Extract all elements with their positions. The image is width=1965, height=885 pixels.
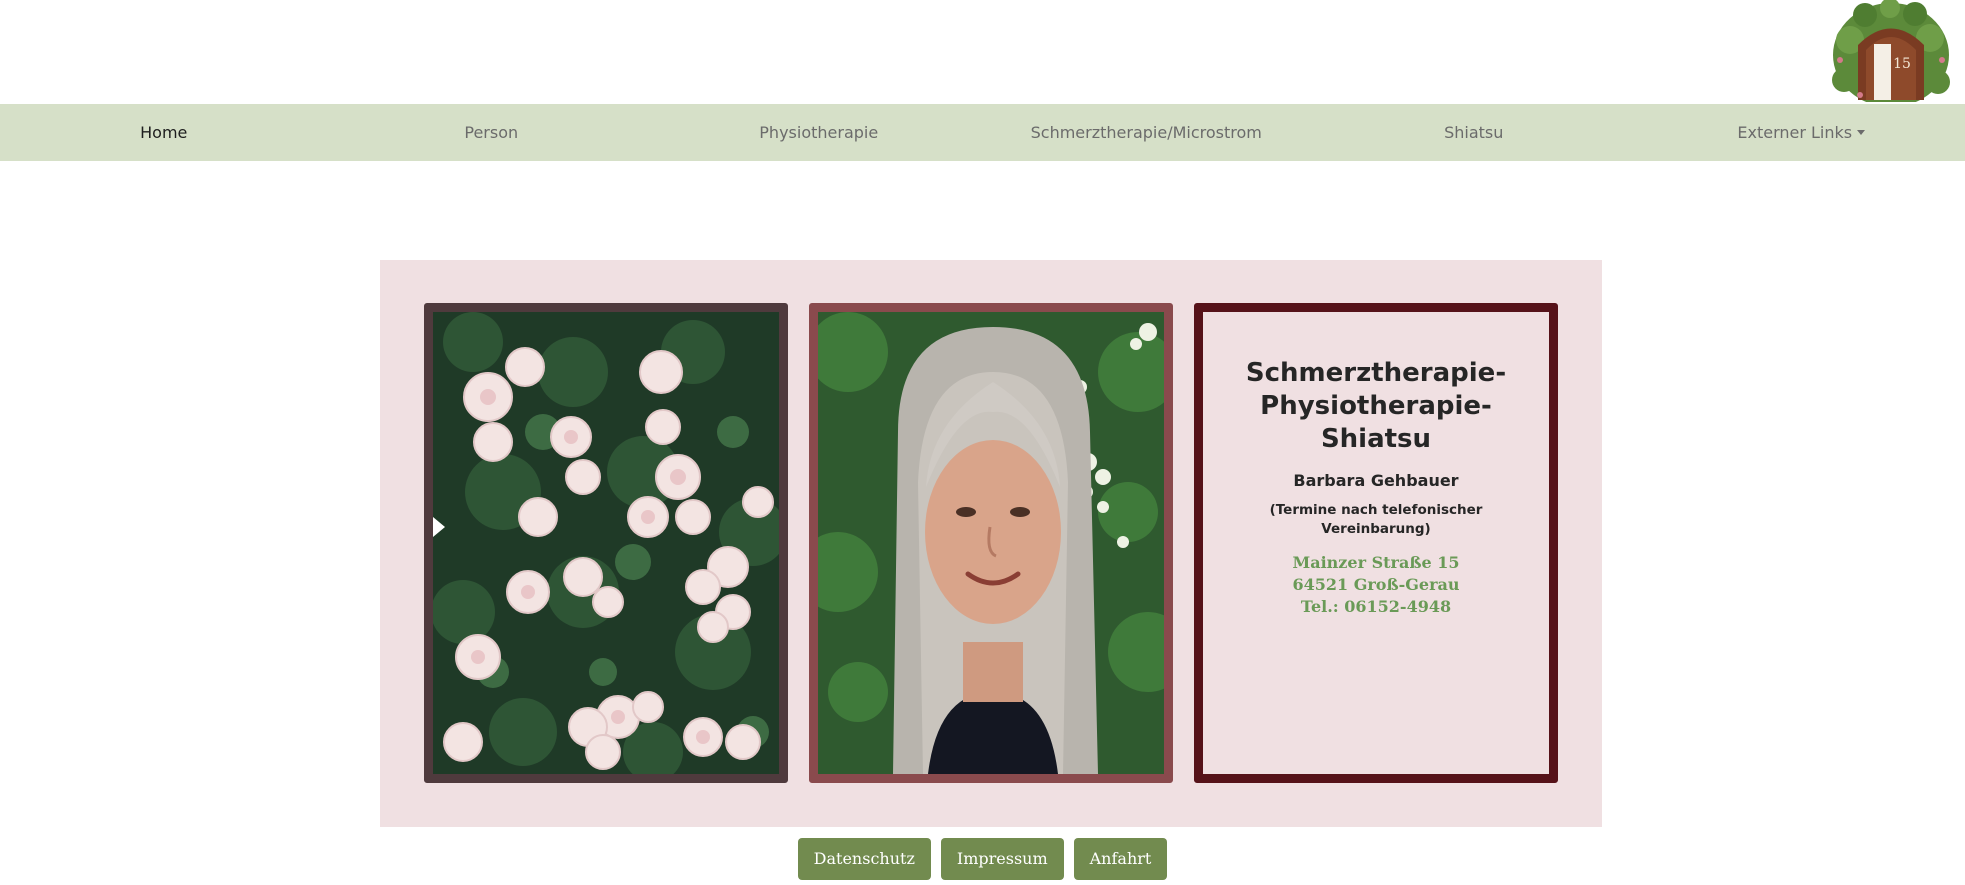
address-street: Mainzer Straße 15 xyxy=(1292,553,1460,572)
roses-photo xyxy=(433,312,779,774)
portrait-photo xyxy=(818,312,1164,774)
nav-item-schmerztherapie[interactable]: Schmerztherapie/Microstrom xyxy=(983,123,1311,142)
logo-number: 15 xyxy=(1893,56,1911,72)
content-panel: Schmerztherapie-Physiotherapie-Shiatsu B… xyxy=(380,260,1602,827)
address-city: 64521 Groß-Gerau xyxy=(1292,575,1460,594)
portrait-photo-card xyxy=(809,303,1173,783)
nav-item-physiotherapie[interactable]: Physiotherapie xyxy=(655,123,983,142)
practice-info-card: Schmerztherapie-Physiotherapie-Shiatsu B… xyxy=(1194,303,1558,783)
impressum-button[interactable]: Impressum xyxy=(940,838,1064,880)
datenschutz-button[interactable]: Datenschutz xyxy=(797,838,931,880)
nav-item-home[interactable]: Home xyxy=(0,123,328,142)
garden-door-logo-icon[interactable]: 15 xyxy=(1830,0,1952,107)
top-header: 15 xyxy=(0,0,1965,107)
nav-item-externer-links-dropdown[interactable]: Externer Links xyxy=(1638,123,1965,142)
practice-title: Schmerztherapie-Physiotherapie-Shiatsu xyxy=(1245,358,1507,454)
nav-item-shiatsu[interactable]: Shiatsu xyxy=(1310,123,1638,142)
footer-buttons: Datenschutz Impressum Anfahrt xyxy=(0,838,1965,880)
contact-address: Mainzer Straße 15 64521 Groß-Gerau Tel.:… xyxy=(1203,552,1549,618)
phone-number: Tel.: 06152-4948 xyxy=(1300,597,1452,616)
nav-item-person[interactable]: Person xyxy=(328,123,656,142)
anfahrt-button[interactable]: Anfahrt xyxy=(1073,838,1168,880)
roses-photo-card xyxy=(424,303,788,783)
appointment-note: (Termine nach telefonischer Vereinbarung… xyxy=(1269,502,1483,537)
caret-down-icon xyxy=(1857,130,1866,135)
therapist-name: Barbara Gehbauer xyxy=(1293,471,1459,490)
main-navigation: Home Person Physiotherapie Schmerztherap… xyxy=(0,104,1965,161)
nav-item-externer-links-label: Externer Links xyxy=(1737,123,1853,142)
